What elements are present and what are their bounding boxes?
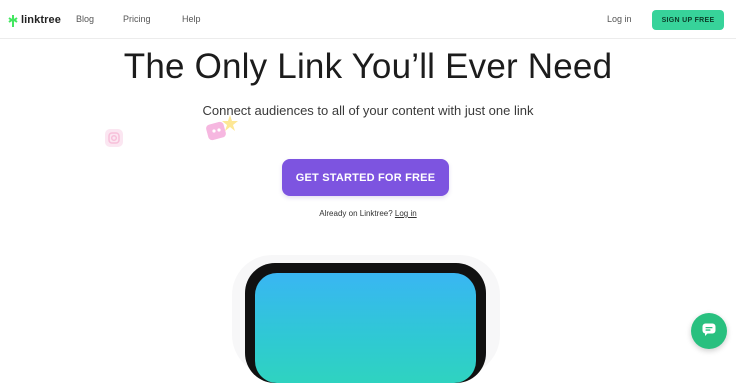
nav-link-pricing[interactable]: Pricing xyxy=(123,14,151,24)
nav-link-help[interactable]: Help xyxy=(182,14,201,24)
phone-screen xyxy=(255,273,476,383)
already-on-linktree: Already on Linktree? Log in xyxy=(0,209,736,218)
nav-link-blog[interactable]: Blog xyxy=(76,14,94,24)
star-icon xyxy=(221,114,239,132)
chat-button[interactable] xyxy=(691,313,727,349)
nav-login-link[interactable]: Log in xyxy=(607,14,632,24)
logo-text: linktree xyxy=(21,14,61,26)
hero-login-link[interactable]: Log in xyxy=(395,209,417,218)
top-nav: linktree Blog Pricing Help Log in SIGN U… xyxy=(0,0,736,39)
instagram-icon xyxy=(104,128,124,148)
hero-subtitle: Connect audiences to all of your content… xyxy=(202,103,534,118)
linktree-logo-icon xyxy=(8,14,18,27)
get-started-button[interactable]: GET STARTED FOR FREE xyxy=(282,159,449,196)
chat-icon xyxy=(701,321,717,342)
linktree-logo[interactable]: linktree xyxy=(8,12,61,28)
hero-title: The Only Link You’ll Ever Need xyxy=(123,47,613,86)
already-text: Already on Linktree? xyxy=(319,209,393,218)
signup-button[interactable]: SIGN UP FREE xyxy=(652,10,724,30)
